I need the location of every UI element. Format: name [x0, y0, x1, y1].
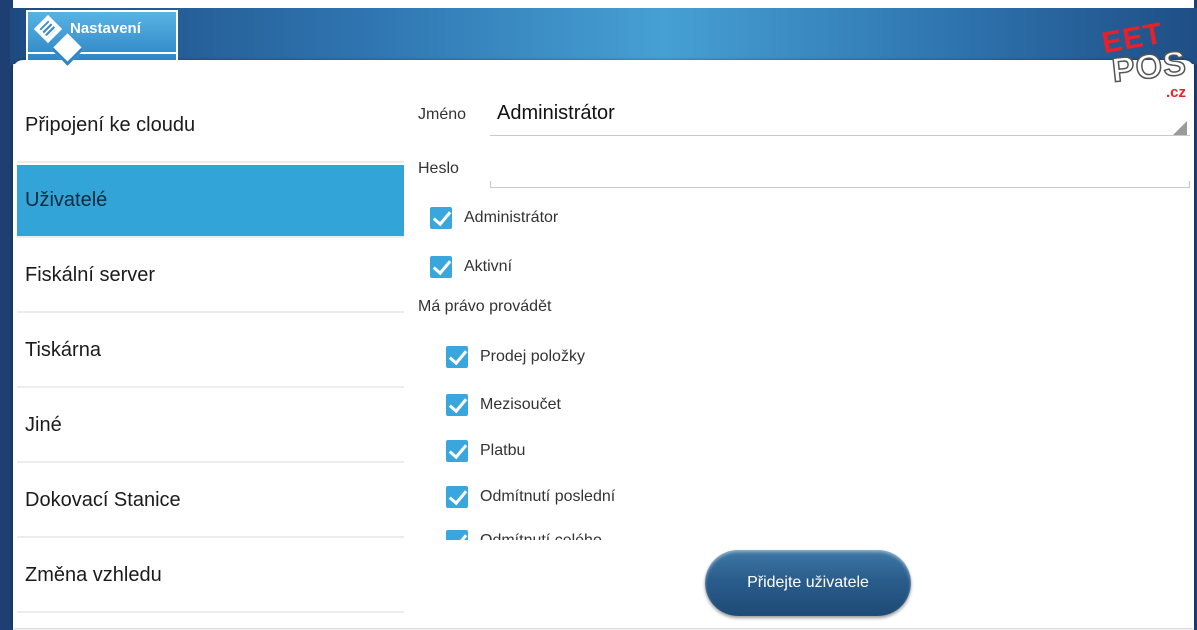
checkbox-checked-icon [430, 207, 452, 229]
sidebar-item-printer[interactable]: Tiskárna [17, 315, 404, 388]
sidebar-item-users[interactable]: Uživatelé [17, 165, 404, 238]
permission-checkbox-sale[interactable]: Prodej položky [446, 346, 585, 368]
sidebar-item-label: Změna vzhledu [25, 564, 162, 586]
dropdown-arrow-icon [1173, 121, 1187, 135]
sidebar-item-label: Tiskárna [25, 339, 101, 361]
password-tick-right [1189, 181, 1190, 187]
checkbox-checked-icon [446, 530, 468, 540]
sidebar-item-appearance[interactable]: Změna vzhledu [17, 540, 404, 613]
name-label: Jméno [418, 106, 467, 123]
permission-label: Odmítnutí celého [480, 532, 602, 540]
checkbox-checked-icon [446, 394, 468, 416]
permission-list-clip: Odmítnutí celého [440, 530, 660, 540]
password-input[interactable] [490, 158, 1190, 188]
admin-checkbox-label: Administrátor [464, 209, 559, 226]
permission-label: Platbu [480, 442, 526, 459]
permission-label: Odmítnutí poslední [480, 488, 616, 505]
name-select-value: Administrátor [497, 102, 615, 124]
sidebar-item-label: Fiskální server [25, 264, 156, 286]
permission-checkbox-payment[interactable]: Platbu [446, 440, 525, 462]
sidebar-item-other[interactable]: Jiné [17, 390, 404, 463]
settings-tab-label: Nastavení [70, 20, 141, 37]
sidebar-item-label: Uživatelé [25, 189, 108, 211]
permission-checkbox-void-all[interactable]: Odmítnutí celého [446, 530, 602, 540]
active-checkbox[interactable]: Aktivní [430, 256, 512, 278]
sidebar-item-label: Dokovací Stanice [25, 489, 181, 511]
add-user-button[interactable]: Přidejte uživatele [705, 550, 911, 616]
sidebar-item-label: Jiné [25, 414, 62, 436]
sidebar-item-cloud[interactable]: Připojení ke cloudu [17, 90, 404, 163]
checkbox-checked-icon [446, 440, 468, 462]
settings-tab[interactable]: Nastavení [26, 10, 178, 60]
settings-sidebar: Připojení ke cloudu Uživatelé Fiskální s… [17, 90, 404, 615]
password-tick-left [490, 181, 491, 187]
permission-checkbox-void-last[interactable]: Odmítnutí poslední [446, 486, 615, 508]
tab-underline [28, 52, 176, 54]
settings-icon [33, 14, 63, 44]
sidebar-item-docking-station[interactable]: Dokovací Stanice [17, 465, 404, 538]
eetpos-logo: EET POS .cz [1098, 17, 1194, 101]
sidebar-item-fiscal-server[interactable]: Fiskální server [17, 240, 404, 313]
active-checkbox-label: Aktivní [464, 258, 513, 275]
permission-label: Prodej položky [480, 348, 585, 365]
admin-checkbox[interactable]: Administrátor [430, 207, 558, 229]
checkbox-checked-icon [446, 346, 468, 368]
permission-checkbox-subtotal[interactable]: Mezisoučet [446, 394, 561, 416]
password-label: Heslo [418, 160, 459, 177]
window-frame-left [0, 0, 13, 630]
password-underline [490, 187, 1190, 188]
sidebar-item-label: Připojení ke cloudu [25, 114, 196, 136]
permission-label: Mezisoučet [480, 396, 561, 413]
header-bar [10, 8, 1197, 64]
name-select-underline [490, 135, 1190, 136]
add-user-button-label: Přidejte uživatele [747, 574, 869, 591]
checkbox-checked-icon [430, 256, 452, 278]
checkbox-checked-icon [446, 486, 468, 508]
permissions-label: Má právo provádět [418, 298, 552, 315]
